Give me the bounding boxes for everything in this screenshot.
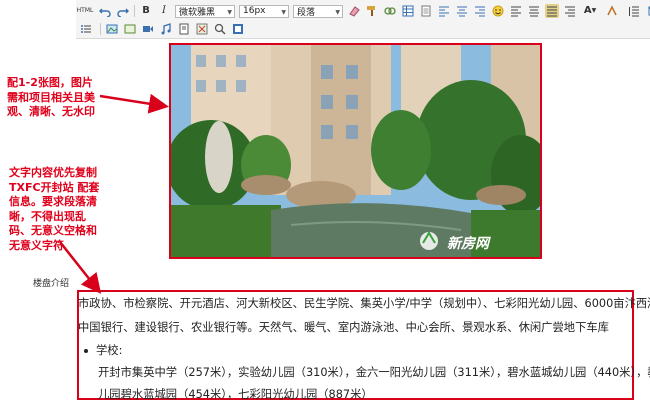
chevron-down-icon: ▼ — [281, 8, 286, 16]
table-icon[interactable] — [401, 4, 415, 18]
embedded-project-photo[interactable]: 新房网 — [169, 43, 542, 259]
insert-music-icon[interactable] — [159, 22, 173, 36]
document-icon[interactable] — [419, 4, 433, 18]
content-line: 市政协、市检察院、开元酒店、河大新校区、民生学院、集英小学/中学（规划中）、七彩… — [78, 297, 650, 310]
justify-full-icon[interactable] — [545, 4, 559, 18]
insert-image-alt-icon[interactable] — [123, 22, 137, 36]
font-size-select[interactable]: 16px ▼ — [239, 4, 289, 18]
line-height-icon[interactable] — [625, 4, 643, 18]
watermark-text: 新房网 — [447, 236, 489, 252]
content-line: 儿园碧水蓝城园（454米），七彩阳光幼儿园（887米） — [98, 388, 373, 401]
font-size-value: 16px — [243, 6, 266, 16]
paragraph-value: 段落 — [297, 7, 316, 18]
font-family-select[interactable]: 微软雅黑 ▼ — [175, 4, 235, 18]
bold-button[interactable]: B — [139, 4, 153, 18]
highlight-color-icon[interactable] — [603, 4, 621, 18]
insert-map-icon[interactable] — [195, 22, 209, 36]
insert-image-icon[interactable] — [105, 22, 119, 36]
eraser-icon[interactable] — [347, 4, 361, 18]
toolbar-row-2 — [76, 20, 249, 38]
align-right-icon[interactable] — [473, 4, 487, 18]
property-intro-label: 楼盘介绍 — [33, 279, 70, 289]
content-line: 中国银行、建设银行、农业银行等。天然气、暖气、室内游泳池、中心会所、景观水系、休… — [78, 321, 609, 334]
insert-attachment-icon[interactable] — [177, 22, 191, 36]
undo-icon[interactable] — [98, 4, 112, 18]
school-heading: 学校: — [96, 344, 123, 357]
arrow-to-image — [99, 93, 169, 114]
justify-left-icon[interactable] — [509, 4, 523, 18]
font-color-button[interactable]: A ▼ — [581, 4, 599, 18]
redo-icon[interactable] — [116, 4, 130, 18]
html-source-button[interactable]: HTML — [76, 4, 94, 18]
text-requirement-note: 文字内容优先复制TXFC开封站 配套信息。要求段落清晰，不得出现乱码、无意义空格… — [9, 166, 100, 252]
format-painter-icon[interactable] — [365, 4, 379, 18]
preview-icon[interactable] — [231, 22, 245, 36]
list-item: 学校: — [84, 342, 122, 358]
toolbar-separator — [134, 5, 135, 17]
font-color-label: A — [583, 5, 592, 16]
justify-right-icon[interactable] — [563, 4, 577, 18]
search-replace-icon[interactable] — [213, 22, 227, 36]
editor-toolbar: HTML B I 微软雅黑 ▼ 16px ▼ 段落 ▼ A ▼ — [76, 0, 650, 39]
chevron-down-icon: ▼ — [591, 7, 597, 14]
image-requirement-note: 配1-2张图，图片需和项目相关且美观、清晰、无水印 — [7, 76, 95, 118]
align-left-icon[interactable] — [437, 4, 451, 18]
list-icon[interactable] — [76, 22, 96, 36]
insert-link-icon[interactable] — [383, 4, 397, 18]
italic-button[interactable]: I — [157, 4, 171, 18]
justify-center-icon[interactable] — [527, 4, 541, 18]
toolbar-row-1: HTML B I 微软雅黑 ▼ 16px ▼ 段落 ▼ A ▼ — [76, 2, 650, 20]
insert-video-icon[interactable] — [141, 22, 155, 36]
paragraph-select[interactable]: 段落 ▼ — [293, 4, 343, 18]
toolbar-separator — [100, 23, 101, 35]
align-center-icon[interactable] — [455, 4, 469, 18]
bullet-icon — [84, 349, 88, 353]
chevron-down-icon: ▼ — [335, 8, 340, 16]
chevron-down-icon: ▼ — [227, 8, 232, 16]
font-family-value: 微软雅黑 — [179, 7, 216, 18]
content-line: 开封市集英中学（257米），实验幼儿园（310米），金六一阳光幼儿园（311米）… — [98, 366, 650, 379]
emoji-icon[interactable] — [491, 4, 505, 18]
project-photo-illustration — [171, 45, 540, 257]
